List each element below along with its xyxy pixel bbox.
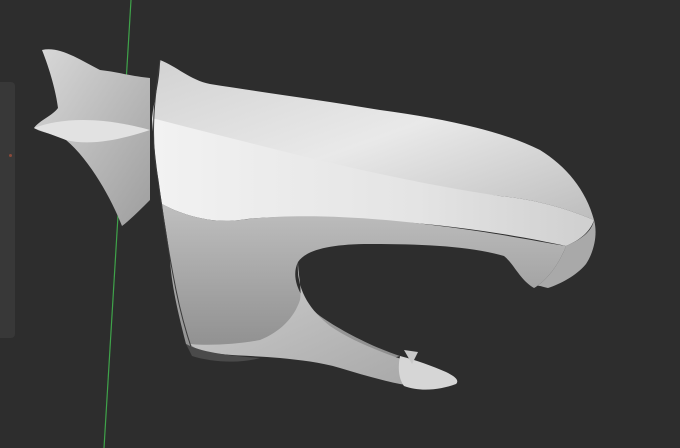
3d-viewport[interactable] [0,0,680,448]
jaw-tip [398,356,458,390]
sculpt-mesh[interactable] [0,0,680,448]
